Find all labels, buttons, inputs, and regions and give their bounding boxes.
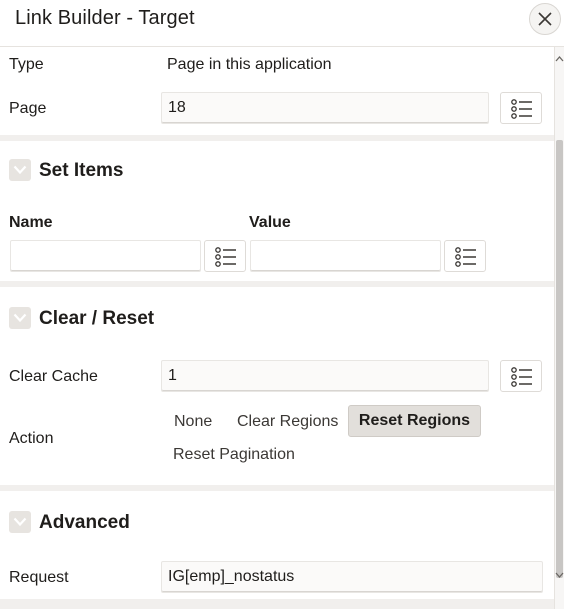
action-label: Action (9, 430, 54, 447)
dialog-scrollbar[interactable] (554, 47, 564, 609)
advanced-title: Advanced (39, 512, 130, 533)
close-button[interactable] (529, 3, 561, 35)
chevron-down-icon (13, 313, 27, 323)
action-option-none[interactable]: None (169, 406, 217, 438)
set-items-title: Set Items (39, 160, 124, 181)
advanced-header[interactable]: Advanced (0, 491, 554, 543)
item-name-input[interactable] (10, 240, 201, 272)
page-list-button[interactable] (500, 92, 542, 124)
chevron-down-icon (13, 517, 27, 527)
clear-reset-title: Clear / Reset (39, 308, 155, 329)
item-value-input[interactable] (250, 240, 441, 272)
scroll-down-arrow-icon[interactable] (555, 571, 564, 579)
advanced-collapse-toggle[interactable] (9, 511, 31, 533)
dialog-titlebar: Link Builder - Target (0, 0, 564, 47)
clear-cache-label: Clear Cache (9, 368, 98, 385)
scroll-up-arrow-icon[interactable] (555, 55, 564, 63)
clear-reset-panel: Clear / Reset Clear Cache Action None Cl… (0, 287, 554, 485)
set-items-panel: Set Items Name Value (0, 141, 554, 281)
type-label: Type (9, 56, 44, 73)
list-icon (511, 99, 532, 119)
link-builder-dialog: Link Builder - Target Type Page in this … (0, 0, 564, 609)
list-icon (215, 247, 236, 267)
value-column-header: Value (249, 214, 291, 231)
set-items-collapse-toggle[interactable] (9, 159, 31, 181)
action-option-reset-regions[interactable]: Reset Regions (348, 405, 481, 437)
list-icon (511, 367, 532, 387)
name-column-header: Name (9, 214, 53, 231)
action-option-clear-regions[interactable]: Clear Regions (232, 406, 343, 438)
set-items-header[interactable]: Set Items (0, 141, 554, 193)
chevron-down-icon (13, 165, 27, 175)
list-icon (455, 247, 476, 267)
dialog-body: Type Page in this application Page 18 Se… (0, 47, 554, 609)
close-icon (538, 12, 552, 26)
item-name-list-button[interactable] (204, 240, 246, 272)
type-value: Page in this application (167, 56, 332, 73)
scrollbar-thumb[interactable] (556, 140, 563, 578)
action-option-reset-pagination[interactable]: Reset Pagination (168, 439, 300, 471)
item-value-list-button[interactable] (444, 240, 486, 272)
request-input[interactable] (161, 561, 543, 593)
target-panel: Type Page in this application Page (0, 47, 554, 135)
clear-cache-list-button[interactable] (500, 360, 542, 392)
page-label: Page (9, 100, 47, 117)
advanced-panel: Advanced Request (0, 491, 554, 599)
dialog-title: Link Builder - Target (15, 7, 195, 29)
request-label: Request (9, 569, 69, 586)
clear-reset-header[interactable]: Clear / Reset (0, 287, 554, 339)
clear-reset-collapse-toggle[interactable] (9, 307, 31, 329)
clear-cache-input[interactable] (161, 360, 489, 392)
page-input[interactable] (161, 92, 489, 124)
